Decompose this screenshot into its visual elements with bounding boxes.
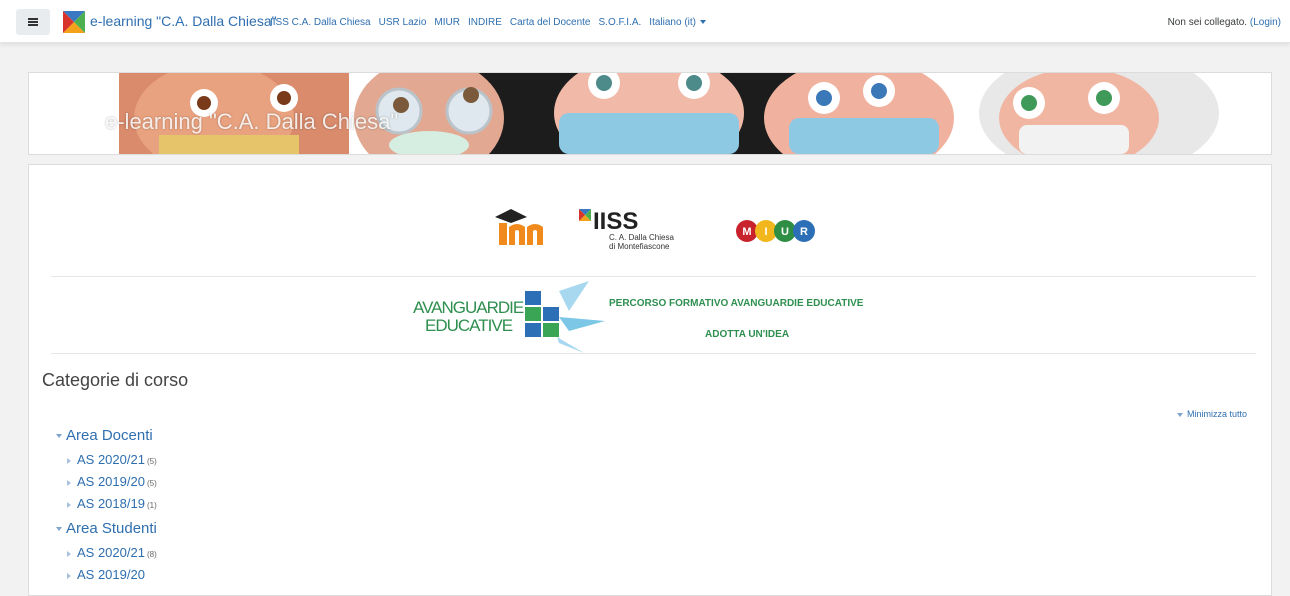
collapse-all-link[interactable]: Minimizza tutto xyxy=(1176,409,1247,419)
category-label: Area Docenti xyxy=(66,427,153,444)
subcategory-docenti-2018-19[interactable]: AS 2018/19 (1) xyxy=(67,496,157,511)
subcategory-studenti-2020-21[interactable]: AS 2020/21 (8) xyxy=(67,545,157,560)
ae-logo-line1: AVANGUARDIE xyxy=(413,298,524,317)
iiss-logo-line2: di Montefiascone xyxy=(609,242,670,251)
iiss-logo[interactable]: IISS C. A. Dalla Chiesa di Montefiascone xyxy=(579,208,674,251)
course-categories-title: Categorie di corso xyxy=(42,370,189,390)
course-count: (5) xyxy=(146,457,157,466)
chevron-down-icon xyxy=(699,20,706,25)
collapsed-caret-icon xyxy=(67,479,71,486)
login-status: Non sei collegato. (Login) xyxy=(1168,17,1281,28)
iiss-logo-title: IISS xyxy=(593,208,638,235)
nav-link-indire[interactable]: INDIRE xyxy=(468,17,502,28)
subcategory-label: AS 2020/21 xyxy=(77,452,145,467)
language-label: Italiano (it) xyxy=(649,17,696,28)
site-name-link[interactable]: e-learning "C.A. Dalla Chiesa" xyxy=(90,13,277,29)
nav-link-iiss[interactable]: IISS C.A. Dalla Chiesa xyxy=(270,17,371,28)
site-logo-icon[interactable] xyxy=(63,11,85,33)
nav-link-usr-lazio[interactable]: USR Lazio xyxy=(379,17,427,28)
collapsed-caret-icon xyxy=(67,501,71,508)
nav-link-carta-docente[interactable]: Carta del Docente xyxy=(510,17,591,28)
subcategory-label: AS 2020/21 xyxy=(77,545,145,560)
miur-letter-r: R xyxy=(800,226,808,238)
link-adotta-idea[interactable]: ADOTTA UN'IDEA xyxy=(705,329,789,340)
divider-bottom xyxy=(51,353,1256,354)
nav-link-sofia[interactable]: S.O.F.I.A. xyxy=(599,17,642,28)
miur-logo[interactable]: M I U R xyxy=(736,220,815,242)
course-count: (8) xyxy=(146,550,157,559)
nav-link-miur[interactable]: MIUR xyxy=(434,17,460,28)
category-area-studenti[interactable]: Area Studenti xyxy=(56,520,157,537)
moodle-logo-icon[interactable] xyxy=(495,209,543,245)
subcategory-label: AS 2019/20 xyxy=(77,474,145,489)
ae-logo-line2: EDUCATIVE xyxy=(425,316,513,335)
language-selector[interactable]: Italiano (it) xyxy=(649,17,706,28)
nav-links: IISS C.A. Dalla Chiesa USR Lazio MIUR IN… xyxy=(270,17,706,28)
collapsed-caret-icon xyxy=(67,550,71,557)
divider-top xyxy=(51,276,1256,277)
expanded-caret-icon xyxy=(56,527,62,532)
miur-letter-m: M xyxy=(742,226,751,238)
subcategory-studenti-2019-20[interactable]: AS 2019/20 xyxy=(67,567,147,582)
collapse-all-label: Minimizza tutto xyxy=(1186,409,1247,419)
subcategory-docenti-2020-21[interactable]: AS 2020/21 (5) xyxy=(67,452,157,467)
main-content-card: IISS C. A. Dalla Chiesa di Montefiascone… xyxy=(28,164,1272,596)
iiss-logo-line1: C. A. Dalla Chiesa xyxy=(609,233,674,242)
banner-title: e-learning "C.A. Dalla Chiesa" xyxy=(105,109,399,134)
subcategory-docenti-2019-20[interactable]: AS 2019/20 (5) xyxy=(67,474,157,489)
subcategory-label: AS 2019/20 xyxy=(77,567,145,582)
collapsed-caret-icon xyxy=(67,457,71,464)
course-count: (1) xyxy=(146,501,157,510)
caret-down-icon xyxy=(1176,412,1183,417)
expanded-caret-icon xyxy=(56,434,62,439)
top-navbar: e-learning "C.A. Dalla Chiesa" IISS C.A.… xyxy=(0,0,1290,43)
header-banner: e-learning "C.A. Dalla Chiesa" xyxy=(28,72,1272,155)
course-count: (5) xyxy=(146,479,157,488)
login-status-text: Non sei collegato. xyxy=(1167,17,1248,28)
link-percorso-formativo[interactable]: PERCORSO FORMATIVO AVANGUARDIE EDUCATIVE xyxy=(609,298,863,309)
partner-logos: IISS C. A. Dalla Chiesa di Montefiascone… xyxy=(495,208,815,251)
category-label: Area Studenti xyxy=(66,520,157,537)
menu-icon xyxy=(28,18,38,26)
miur-letter-i: I xyxy=(764,226,767,238)
avanguardie-educative-logo[interactable]: AVANGUARDIE EDUCATIVE xyxy=(409,281,609,355)
login-link[interactable]: (Login) xyxy=(1250,17,1281,28)
hamburger-menu-button[interactable] xyxy=(16,9,50,35)
category-area-docenti[interactable]: Area Docenti xyxy=(56,427,153,444)
collapsed-caret-icon xyxy=(67,572,71,579)
miur-letter-u: U xyxy=(781,226,789,238)
subcategory-label: AS 2018/19 xyxy=(77,496,145,511)
